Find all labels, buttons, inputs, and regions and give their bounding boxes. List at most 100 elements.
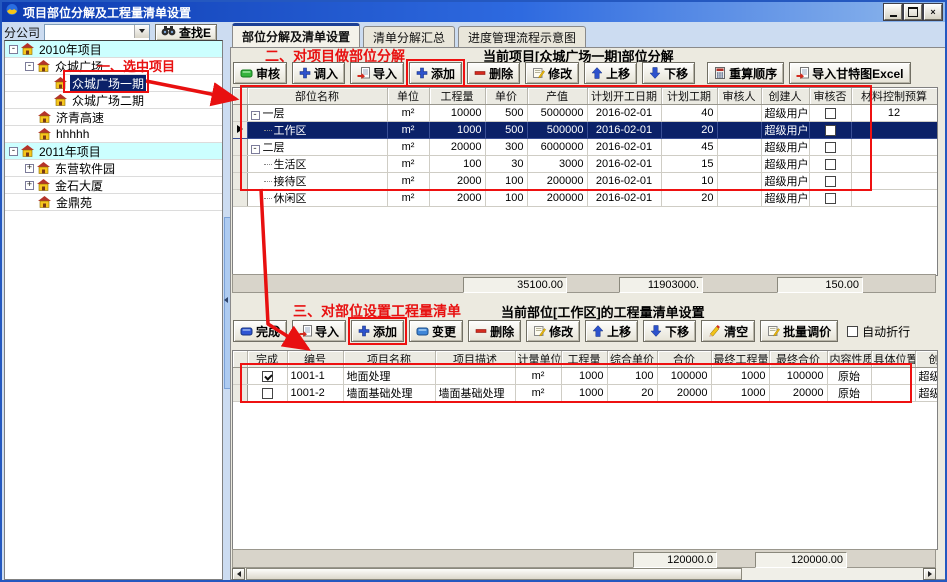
column-header[interactable]: 具体位置: [871, 351, 915, 368]
scroll-left-button[interactable]: [232, 568, 245, 580]
tab-2[interactable]: 清单分解汇总: [363, 26, 455, 47]
tree-expander[interactable]: +: [25, 164, 34, 173]
cell-value: 3000: [527, 156, 587, 173]
table-row[interactable]: -二层m²2000030060000002016-02-0145超级用户: [233, 139, 937, 156]
table-row[interactable]: 生活区m²1003030002016-02-0115超级用户: [233, 156, 937, 173]
autowrap-label: 自动折行: [862, 323, 910, 340]
column-header[interactable]: 材料控制预算: [851, 88, 937, 105]
column-header[interactable]: 最终合价: [769, 351, 827, 368]
column-header[interactable]: 单价: [485, 88, 527, 105]
parts-button-2[interactable]: 调入: [292, 62, 345, 84]
table-row[interactable]: 休闲区m²20001002000002016-02-0120超级用户: [233, 190, 937, 207]
branch-select[interactable]: [44, 24, 150, 41]
cell-location: [871, 385, 915, 402]
minimize-button[interactable]: [884, 4, 902, 20]
column-header[interactable]: 项目名称: [343, 351, 435, 368]
tree-node[interactable]: +金石大厦: [5, 177, 222, 194]
search-button[interactable]: 查找E: [155, 24, 217, 41]
house-icon: [21, 43, 34, 55]
column-header[interactable]: 创建人: [761, 88, 809, 105]
done-checkbox[interactable]: [262, 388, 273, 399]
table-row[interactable]: 1001-2墙面基础处理墙面基础处理m²10002020000100020000…: [233, 385, 938, 402]
table-row[interactable]: -一层m²1000050050000002016-02-0140超级用户12: [233, 105, 937, 122]
parts-button-1[interactable]: 审核: [233, 62, 287, 84]
table-row[interactable]: 工作区m²10005005000002016-02-0120超级用户: [233, 122, 937, 139]
column-header[interactable]: 工程量: [429, 88, 485, 105]
column-header[interactable]: 内容性质: [827, 351, 871, 368]
tree-node[interactable]: -2011年项目: [5, 143, 222, 160]
tree-node[interactable]: 金鼎苑: [5, 194, 222, 211]
tree-expander[interactable]: +: [25, 181, 34, 190]
column-header[interactable]: 单位: [387, 88, 429, 105]
tab-1[interactable]: 部位分解及清单设置: [232, 23, 360, 47]
table-row[interactable]: 1001-1地面处理m²10001001000001000100000原始超级用…: [233, 368, 938, 385]
row-expander[interactable]: -: [251, 145, 260, 154]
parts-button-5[interactable]: 删除: [467, 62, 520, 84]
column-header[interactable]: 审核否: [809, 88, 851, 105]
boq-button-label: 修改: [549, 323, 573, 340]
close-button[interactable]: ×: [924, 4, 942, 20]
row-expander[interactable]: -: [251, 111, 260, 120]
tree-expander[interactable]: -: [9, 147, 18, 156]
parts-button-4[interactable]: 添加: [409, 62, 462, 84]
tab-3[interactable]: 进度管理流程示意图: [458, 26, 586, 47]
column-header[interactable]: [233, 351, 247, 368]
boq-button-9[interactable]: 清空: [701, 320, 755, 342]
maximize-button[interactable]: [904, 4, 922, 20]
column-header[interactable]: 计划开工日期: [587, 88, 661, 105]
column-header[interactable]: 最终工程量: [711, 351, 769, 368]
parts-button-10[interactable]: 导入甘特图Excel: [789, 62, 910, 84]
column-header[interactable]: 计量单位: [515, 351, 561, 368]
parts-button-3[interactable]: 导入: [350, 62, 404, 84]
tree-expander[interactable]: -: [9, 45, 18, 54]
column-header[interactable]: 审核人: [717, 88, 761, 105]
column-header[interactable]: 计划工期: [661, 88, 717, 105]
done-checkbox[interactable]: [262, 371, 273, 382]
column-header[interactable]: [233, 88, 247, 105]
tree-node[interactable]: hhhhh: [5, 126, 222, 143]
audited-checkbox[interactable]: [825, 193, 836, 204]
column-header[interactable]: 合价: [657, 351, 711, 368]
boq-button-8[interactable]: 下移: [643, 320, 696, 342]
tree-node[interactable]: 众城广场二期: [5, 92, 222, 109]
horizontal-scrollbar[interactable]: [232, 568, 936, 580]
cell-total: 20000: [657, 385, 711, 402]
column-header[interactable]: 创建人: [915, 351, 938, 368]
parts-button-9[interactable]: 重算顺序: [707, 62, 784, 84]
column-header[interactable]: 产值: [527, 88, 587, 105]
boq-button-6[interactable]: 修改: [526, 320, 580, 342]
boq-button-1[interactable]: 完成: [233, 320, 287, 342]
column-header[interactable]: 综合单价: [607, 351, 657, 368]
audited-checkbox[interactable]: [825, 159, 836, 170]
cell-qty: 100: [429, 156, 485, 173]
column-header[interactable]: 编号: [287, 351, 343, 368]
tree-node[interactable]: +东营软件园: [5, 160, 222, 177]
parts-button-7[interactable]: 上移: [584, 62, 637, 84]
audited-checkbox[interactable]: [825, 176, 836, 187]
parts-button-6[interactable]: 修改: [525, 62, 579, 84]
column-header[interactable]: 完成: [247, 351, 287, 368]
audited-checkbox[interactable]: [825, 125, 836, 136]
autowrap-checkbox[interactable]: [847, 326, 858, 337]
audited-checkbox[interactable]: [825, 108, 836, 119]
boq-button-5[interactable]: 删除: [468, 320, 521, 342]
column-header[interactable]: 部位名称: [247, 88, 387, 105]
column-header[interactable]: 工程量: [561, 351, 607, 368]
parts-button-8[interactable]: 下移: [642, 62, 695, 84]
tree-expander[interactable]: -: [25, 62, 34, 71]
table-row[interactable]: 接待区m²20001002000002016-02-0110超级用户: [233, 173, 937, 190]
dropdown-button[interactable]: [134, 25, 149, 38]
boq-button-7[interactable]: 上移: [585, 320, 638, 342]
column-header[interactable]: 项目描述: [435, 351, 515, 368]
tree-node[interactable]: 济青高速: [5, 109, 222, 126]
scrollbar-thumb[interactable]: [246, 568, 742, 580]
panel-splitter[interactable]: [223, 22, 230, 578]
cell-unit: m²: [387, 156, 429, 173]
boq-button-3[interactable]: 添加: [351, 320, 404, 342]
tree-node[interactable]: 众城广场一期: [5, 75, 222, 92]
boq-button-2[interactable]: 导入: [292, 320, 346, 342]
audited-checkbox[interactable]: [825, 142, 836, 153]
boq-button-4[interactable]: 变更: [409, 320, 463, 342]
boq-button-10[interactable]: 批量调价: [760, 320, 838, 342]
scroll-right-button[interactable]: [923, 568, 936, 580]
